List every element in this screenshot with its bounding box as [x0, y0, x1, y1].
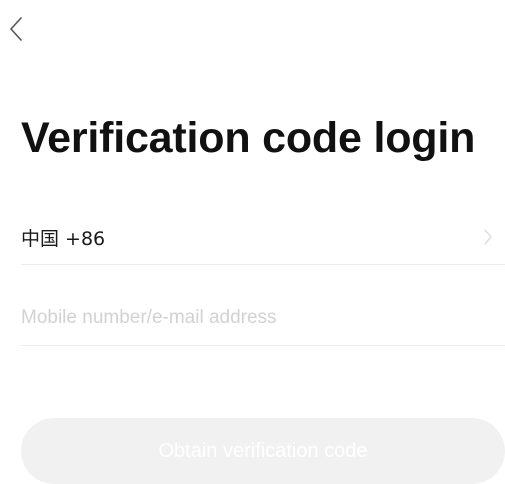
country-code-selector[interactable]: 中国 +86	[21, 210, 505, 265]
chevron-left-icon	[9, 16, 23, 42]
obtain-verification-code-button[interactable]: Obtain verification code	[21, 418, 505, 484]
back-button[interactable]	[4, 14, 28, 44]
chevron-right-icon	[483, 228, 493, 246]
mobile-email-input[interactable]	[21, 306, 505, 329]
account-field	[21, 290, 505, 346]
country-code-label: 中国 +86	[21, 227, 106, 250]
page-title: Verification code login	[21, 114, 476, 162]
